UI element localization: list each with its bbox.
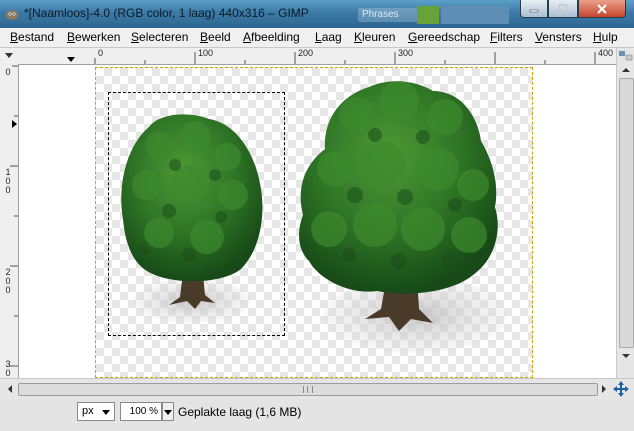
zoom-dropdown-icon bbox=[164, 410, 172, 415]
vertical-ruler[interactable]: 0 100 200 300 bbox=[0, 64, 19, 387]
scroll-down-icon[interactable] bbox=[620, 350, 632, 362]
vruler-label-0: 0 bbox=[5, 67, 11, 77]
scroll-up-icon[interactable] bbox=[620, 64, 632, 76]
title-bar: *[Naamloos]-4.0 (RGB color, 1 laag) 440x… bbox=[0, 0, 634, 28]
move-icon[interactable] bbox=[612, 380, 630, 398]
maximize-button[interactable] bbox=[548, 0, 578, 18]
unit-dropdown-icon bbox=[102, 410, 110, 415]
horizontal-scroll-thumb[interactable] bbox=[18, 383, 598, 396]
unit-value: px bbox=[82, 405, 94, 417]
menu-gereedschap[interactable]: Gereedschap bbox=[408, 30, 480, 44]
background-window-block bbox=[417, 6, 439, 24]
ruler-corner[interactable] bbox=[0, 48, 19, 65]
menu-laag[interactable]: Laag bbox=[315, 30, 342, 44]
gimp-app-icon bbox=[6, 10, 18, 20]
hruler-label-200: 200 bbox=[298, 48, 314, 58]
menu-bestand[interactable]: Bestand bbox=[10, 30, 54, 44]
vruler-label-200: 200 bbox=[5, 267, 11, 295]
vertical-ruler-ticks bbox=[10, 65, 18, 367]
menu-vensters[interactable]: Vensters bbox=[535, 30, 582, 44]
menu-selecteren[interactable]: Selecteren bbox=[131, 30, 188, 44]
navigate-icon[interactable] bbox=[617, 49, 634, 63]
zoom-dropdown-button[interactable] bbox=[162, 402, 174, 421]
status-message: Geplakte laag (1,6 MB) bbox=[178, 405, 302, 419]
scroll-right-icon[interactable] bbox=[598, 383, 610, 395]
vertical-scroll-thumb[interactable] bbox=[619, 78, 634, 348]
status-bar: px 100 % Geplakte laag (1,6 MB) bbox=[0, 399, 634, 431]
scroll-left-icon[interactable] bbox=[4, 383, 16, 395]
menu-afbeelding[interactable]: Afbeelding bbox=[243, 30, 300, 44]
minimize-button[interactable] bbox=[520, 0, 548, 18]
menu-bar: Bestand Bewerken Selecteren Beeld Afbeel… bbox=[0, 28, 634, 48]
menu-kleuren[interactable]: Kleuren bbox=[354, 30, 395, 44]
menu-filters[interactable]: Filters bbox=[490, 30, 523, 44]
unit-select[interactable]: px bbox=[77, 402, 115, 421]
minimize-icon bbox=[529, 9, 539, 12]
background-search-field: Phrases bbox=[358, 8, 418, 22]
large-tree bbox=[299, 81, 507, 353]
menu-arrow-icon bbox=[5, 53, 13, 58]
menu-hulp[interactable]: Hulp bbox=[593, 30, 618, 44]
hruler-label-0: 0 bbox=[98, 48, 104, 58]
vertical-scrollbar[interactable] bbox=[616, 48, 634, 378]
close-icon bbox=[597, 3, 607, 14]
background-tab bbox=[441, 6, 509, 24]
scroll-grip bbox=[303, 386, 313, 393]
horizontal-ruler[interactable]: 0 100 200 300 400 bbox=[18, 48, 616, 65]
menu-bewerken[interactable]: Bewerken bbox=[67, 30, 120, 44]
horizontal-scrollbar[interactable] bbox=[0, 378, 634, 399]
horizontal-ruler-ticks bbox=[67, 52, 596, 64]
menu-beeld[interactable]: Beeld bbox=[200, 30, 231, 44]
vruler-label-100: 100 bbox=[5, 167, 11, 195]
zoom-input[interactable]: 100 % bbox=[120, 402, 162, 421]
hruler-label-400: 400 bbox=[598, 48, 614, 58]
hruler-label-100: 100 bbox=[198, 48, 214, 58]
selection-marquee[interactable] bbox=[108, 92, 285, 336]
window-title: *[Naamloos]-4.0 (RGB color, 1 laag) 440x… bbox=[24, 6, 309, 20]
hruler-label-300: 300 bbox=[398, 48, 414, 58]
image-canvas[interactable] bbox=[19, 65, 616, 378]
maximize-icon bbox=[558, 4, 568, 13]
close-button[interactable] bbox=[578, 0, 626, 18]
